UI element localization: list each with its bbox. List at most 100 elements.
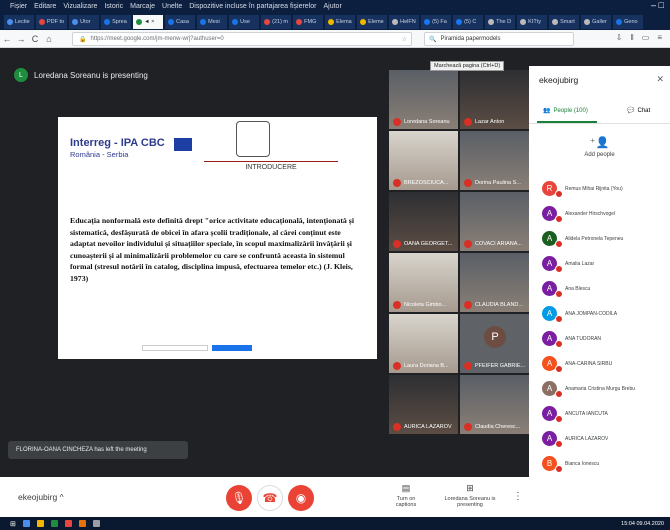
participant-avatar: P [484,326,506,348]
participant-tile[interactable]: Lazar Anton [460,70,529,129]
participant-tile[interactable]: Loredana Soreanu [389,70,458,129]
leave-call-button[interactable]: ☎ [257,485,283,511]
library-icon[interactable]: ‖ [630,33,633,42]
taskbar-app-icon[interactable] [92,520,100,527]
browser-tab[interactable]: Lectie [4,14,34,29]
browser-tab[interactable]: KITty [517,14,548,29]
browser-tab[interactable]: FMG [293,14,324,29]
browser-tab[interactable]: The D [485,14,516,29]
participant-tile[interactable]: CLAUDIA BLAND... [460,253,529,312]
browser-tab[interactable]: Smart [549,14,580,29]
participant-row[interactable]: A Alexander Hirschvogel [529,201,670,226]
browser-tab[interactable]: Eleme [357,14,388,29]
browser-tab[interactable]: Elema [325,14,356,29]
mic-off-button[interactable]: 🎙 [226,485,252,511]
tab-chat[interactable]: 💬 Chat [627,107,650,115]
avatar-initial: A [546,234,553,243]
browser-tab[interactable]: (5) Fa [421,14,452,29]
taskbar-app-icon[interactable] [22,520,30,527]
menu-item[interactable]: Ajutor [323,3,341,10]
browser-tab[interactable]: Sprea [101,14,132,29]
mic-off-icon [464,179,472,187]
participant-tile[interactable]: Dorina Paulina S... [460,131,529,190]
tab-label: Utor [80,18,91,25]
captions-button[interactable]: ▤ Turn on captions [386,483,426,508]
browser-tab[interactable]: Mesi [197,14,228,29]
menu-item[interactable]: Vizualizare [63,3,97,10]
participant-row[interactable]: R Remus Mihai Rijnita (You) [529,176,670,201]
meeting-code[interactable]: ekeojubirg ^ [18,492,64,502]
menu-item[interactable]: Dispozitive incluse în partajarea fișier… [189,3,316,10]
participant-tile[interactable]: COVACI ARIANA... [460,192,529,251]
start-icon[interactable]: ⊞ [10,520,16,528]
back-button[interactable]: ← [0,34,14,44]
participant-tile[interactable]: Nicoleta Gimbo... [389,253,458,312]
browser-tab[interactable]: Use [229,14,260,29]
participant-row[interactable]: A ANA JOMPAN-CODILA [529,301,670,326]
presenting-button[interactable]: ⊞ Loredana Soreanu is presenting [444,483,496,508]
mic-off-icon [393,118,401,126]
menu-item[interactable]: Marcaje [130,3,155,10]
tab-label: Galler [592,18,607,25]
participant-tile[interactable]: P PFEIFER GABRIE... [460,314,529,373]
participant-name: AURICA LAZAROV [565,435,609,442]
browser-tab[interactable]: Geno [613,14,644,29]
tab-favicon-icon [456,18,463,25]
menu-item[interactable]: Unelte [162,3,182,10]
taskbar-app-icon[interactable] [50,520,58,527]
participant-row[interactable]: B Bianca Ionescu [529,451,670,476]
browser-tab[interactable]: Utor [69,14,100,29]
participant-tile[interactable]: Laura Doriana B... [389,314,458,373]
home-button[interactable]: ⌂ [42,34,56,44]
camera-off-button[interactable]: ◉ [288,485,314,511]
browser-tab[interactable]: ◄ × [133,14,164,29]
taskbar-app-icon[interactable] [64,520,72,527]
tab-favicon-icon [104,18,111,25]
sidebar-icon[interactable]: ▭ [642,33,650,42]
participant-row[interactable]: A Ana Blescu [529,276,670,301]
bookmark-star-icon[interactable]: ☆ [402,36,407,43]
add-people-button[interactable]: ⁺👤 Add people [529,136,670,158]
url-bar[interactable]: 🔒 https://meet.google.com/jm-menw-wrj?au… [72,32,412,46]
taskbar-app-icon[interactable] [36,520,44,527]
tab-label: KITty [528,18,541,25]
active-tab-indicator [537,121,597,123]
browser-tab[interactable]: (5) C [453,14,484,29]
participant-row[interactable]: A ANCUTA IANCUTA [529,401,670,426]
browser-tab[interactable]: (21) m [261,14,292,29]
tab-people[interactable]: 👥 People (100) [543,107,588,115]
browser-tab[interactable]: PDF to [36,14,68,29]
participant-row[interactable]: A ANA TUDORAN [529,326,670,351]
download-icon[interactable]: ⇩ [616,33,623,42]
participant-tile[interactable]: OANA GEORGET... [389,192,458,251]
menu-icon[interactable]: ≡ [657,33,662,42]
tab-favicon-icon [616,18,623,25]
more-options-icon[interactable]: ⋮ [513,491,523,502]
menu-item[interactable]: Fișier [10,3,27,10]
captions-label: Turn on captions [395,496,417,508]
participant-name: Loredana Soreanu [404,119,450,125]
participant-row[interactable]: A Anamaria Cristina Murgu Brebu [529,376,670,401]
participant-row[interactable]: A Amalia Lazar [529,251,670,276]
browser-tab[interactable]: Galler [581,14,612,29]
avatar-initial: A [546,359,553,368]
participant-tile[interactable]: Claudia Cheresc... [460,375,529,434]
participant-row[interactable]: A ANA-CARINA SIRBU [529,351,670,376]
participant-row[interactable]: A Alidela Petronela Tepeneu [529,226,670,251]
forward-button[interactable]: → [14,34,28,44]
search-input[interactable]: 🔍 Piramida papermodels [424,32,574,46]
menu-item[interactable]: Editare [34,3,56,10]
browser-tab[interactable]: HelFN [389,14,420,29]
participant-row[interactable]: A AURICA LAZAROV [529,426,670,451]
participant-tile[interactable]: AURICA LAZAROV [389,375,458,434]
browser-tab[interactable]: Casa [165,14,196,29]
reload-button[interactable]: C [28,34,42,44]
window-controls[interactable]: – □ [651,0,664,10]
tab-favicon-icon [264,18,271,25]
close-icon[interactable]: ✕ [656,74,664,85]
taskbar-app-icon[interactable] [78,520,86,527]
avatar-initial: R [546,184,553,193]
participant-tile[interactable]: BREZOSCIUCA... [389,131,458,190]
menu-item[interactable]: Istoric [104,3,123,10]
slide-header: Interreg - IPA CBC România - Serbia INTR… [58,117,377,173]
